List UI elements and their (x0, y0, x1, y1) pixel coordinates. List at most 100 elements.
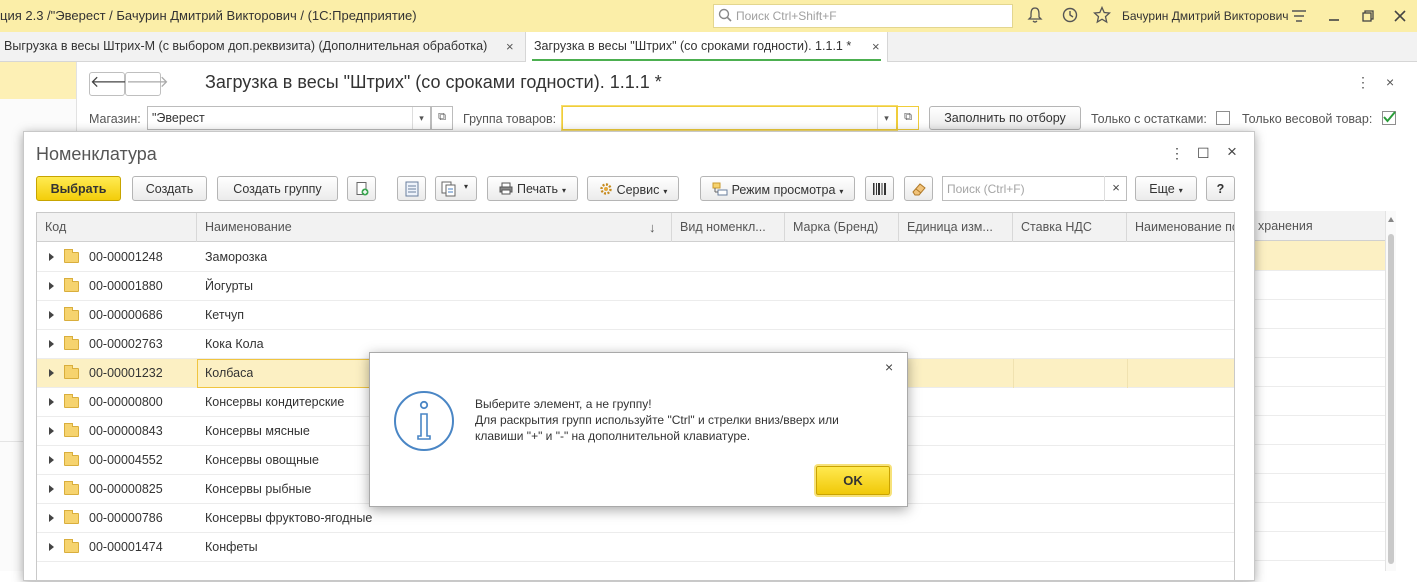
global-search-input[interactable]: Поиск Ctrl+Shift+F (713, 4, 1013, 28)
table-row[interactable]: 00-00001248 Заморозка (37, 243, 1234, 272)
bell-icon[interactable] (1027, 6, 1043, 24)
dialog-close-icon[interactable]: × (1227, 142, 1237, 162)
row-name: Консервы фруктово-ягодные (205, 511, 373, 525)
expand-arrow-icon[interactable] (49, 253, 54, 261)
service-button[interactable]: Сервис ▾ (587, 176, 679, 201)
store-field[interactable]: "Эверест ▾ (147, 106, 431, 130)
list-button[interactable] (397, 176, 426, 201)
message-box: × Выберите элемент, а не группу! Для рас… (369, 352, 908, 507)
scrollbar-thumb[interactable] (1388, 234, 1394, 564)
barcode-button[interactable] (865, 176, 894, 201)
menu-icon[interactable] (1291, 8, 1307, 24)
form-more-icon[interactable]: ⋮ (1356, 74, 1370, 91)
column-vat[interactable]: Ставка НДС (1013, 213, 1127, 242)
help-button[interactable]: ? (1206, 176, 1235, 201)
table-row[interactable]: 00-00001474 Конфеты (37, 533, 1234, 562)
copy-button[interactable] (347, 176, 376, 201)
forward-button[interactable]: 🡒 (125, 72, 169, 96)
gear-icon (599, 183, 612, 195)
folder-tree-icon (712, 182, 728, 196)
tab-label: Выгрузка в весы Штрих-М (с выбором доп.р… (4, 39, 488, 53)
row-code: 00-00001880 (89, 279, 163, 293)
message-line-3: клавиши "+" и "-" на дополнительной клав… (475, 429, 751, 443)
tab-bar: Выгрузка в весы Штрих-М (с выбором доп.р… (0, 32, 1417, 62)
chevron-down-icon: ▾ (663, 187, 668, 196)
row-name: Консервы овощные (205, 453, 319, 467)
folder-icon (64, 510, 79, 524)
expand-arrow-icon[interactable] (49, 369, 54, 377)
row-name: Конфеты (205, 540, 258, 554)
select-button[interactable]: Выбрать (36, 176, 121, 201)
table-row[interactable]: 00-00000686 Кетчуп (37, 301, 1234, 330)
current-user[interactable]: Бачурин Дмитрий Викторович (1122, 9, 1289, 23)
expand-arrow-icon[interactable] (49, 514, 54, 522)
row-code: 00-00001232 (89, 366, 163, 380)
folder-icon (64, 249, 79, 263)
clear-filter-button[interactable] (904, 176, 933, 201)
expand-arrow-icon[interactable] (49, 311, 54, 319)
view-mode-button[interactable]: Режим просмотра ▾ (700, 176, 855, 201)
left-panel-highlight (0, 62, 76, 99)
restore-icon[interactable] (1361, 9, 1375, 23)
print-button[interactable]: Печать ▾ (487, 176, 578, 201)
back-button[interactable]: 🡐 (89, 72, 133, 96)
message-close-icon[interactable]: × (885, 359, 893, 375)
chevron-down-icon: ▾ (464, 182, 469, 191)
scroll-up-icon[interactable] (1388, 217, 1394, 222)
dialog-more-icon[interactable]: ⋮ (1170, 145, 1184, 162)
column-unit[interactable]: Единица изм... (899, 213, 1013, 242)
row-name: Консервы мясные (205, 424, 310, 438)
row-code: 00-00001474 (89, 540, 163, 554)
open-icon[interactable]: ⧉ (431, 106, 453, 130)
expand-arrow-icon[interactable] (49, 282, 54, 290)
only-stock-checkbox[interactable] (1216, 111, 1230, 125)
expand-arrow-icon[interactable] (49, 398, 54, 406)
only-weight-checkbox[interactable] (1382, 111, 1396, 125)
expand-arrow-icon[interactable] (49, 485, 54, 493)
minimize-icon[interactable] (1327, 9, 1341, 23)
chevron-down-icon[interactable]: ▾ (877, 107, 895, 129)
dialog-maximize-icon[interactable]: ☐ (1197, 145, 1210, 162)
form-close-icon[interactable]: × (1386, 74, 1394, 90)
vertical-scrollbar[interactable] (1385, 211, 1396, 571)
create-button[interactable]: Создать (132, 176, 207, 201)
dialog-search-placeholder: Поиск (Ctrl+F) (947, 182, 1025, 196)
tab-close-icon[interactable]: × (872, 39, 880, 54)
more-button[interactable]: Еще ▾ (1135, 176, 1197, 201)
column-brand[interactable]: Марка (Бренд) (785, 213, 899, 242)
column-type[interactable]: Вид номенкл... (672, 213, 785, 242)
history-icon[interactable] (1061, 6, 1079, 24)
table-row[interactable]: 00-00000786 Консервы фруктово-ягодные (37, 504, 1234, 533)
folder-icon (64, 307, 79, 321)
fill-by-filter-button[interactable]: Заполнить по отбору (929, 106, 1081, 130)
column-code[interactable]: Код (37, 213, 197, 242)
row-name: Йогурты (205, 279, 253, 293)
close-icon[interactable] (1393, 9, 1407, 23)
tab-scale-export[interactable]: Выгрузка в весы Штрих-М (с выбором доп.р… (0, 32, 525, 62)
star-icon[interactable] (1093, 6, 1111, 24)
table-row[interactable]: 00-00001880 Йогурты (37, 272, 1234, 301)
open-icon[interactable]: ⧉ (897, 106, 919, 130)
group-field[interactable]: ▾ (562, 106, 897, 130)
only-weight-label: Только весовой товар: (1242, 112, 1373, 126)
dialog-search-input[interactable]: Поиск (Ctrl+F) (942, 176, 1127, 201)
create-group-button[interactable]: Создать группу (217, 176, 338, 201)
column-print-name[interactable]: Наименование по... (1127, 213, 1234, 242)
ok-button[interactable]: OK (816, 466, 890, 495)
background-row-highlight (1255, 241, 1385, 270)
expand-arrow-icon[interactable] (49, 543, 54, 551)
expand-arrow-icon[interactable] (49, 340, 54, 348)
search-clear-icon[interactable]: × (1104, 176, 1127, 201)
expand-arrow-icon[interactable] (49, 456, 54, 464)
row-name: Заморозка (205, 250, 268, 264)
row-code: 00-00000843 (89, 424, 163, 438)
store-label: Магазин: (89, 112, 141, 126)
row-code: 00-00004552 (89, 453, 163, 467)
chevron-down-icon[interactable]: ▾ (412, 107, 430, 129)
tab-close-icon[interactable]: × (506, 39, 514, 54)
tab-scale-load[interactable]: Загрузка в весы "Штрих" (со сроками годн… (525, 32, 888, 62)
column-name[interactable]: Наименование ↓ (197, 213, 672, 242)
expand-arrow-icon[interactable] (49, 427, 54, 435)
store-value: "Эверест (152, 111, 205, 125)
structure-button[interactable]: ▾ (435, 176, 477, 201)
